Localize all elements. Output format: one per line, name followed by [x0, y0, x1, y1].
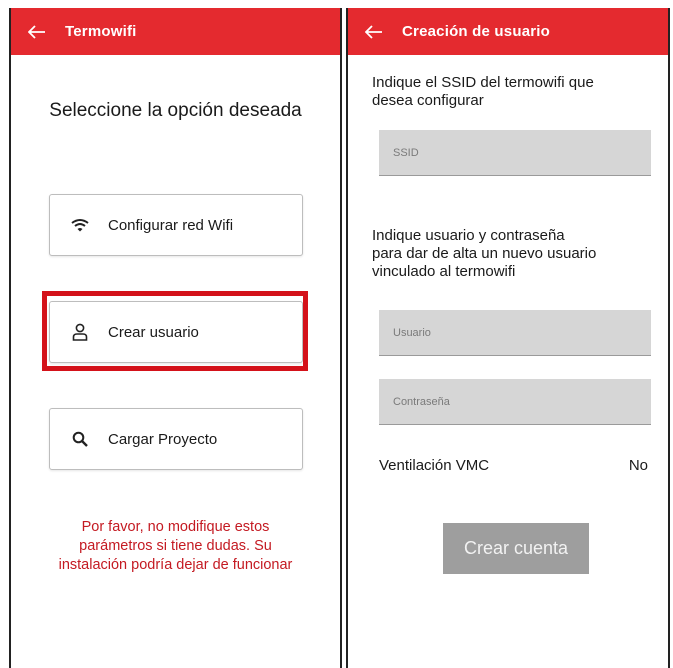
- app-bar: Creación de usuario: [348, 8, 668, 55]
- configure-wifi-button[interactable]: Configurar red Wifi: [49, 194, 303, 256]
- user-instructions: Indique usuario y contraseña para dar de…: [372, 227, 650, 281]
- warning-message: Por favor, no modifique estos parámetros…: [21, 518, 330, 575]
- ssid-field[interactable]: [379, 130, 651, 176]
- search-icon: [70, 429, 90, 449]
- configure-wifi-label: Configurar red Wifi: [108, 216, 234, 234]
- vmc-value[interactable]: No: [629, 457, 648, 474]
- option-prompt: Seleccione la opción deseada: [49, 100, 302, 121]
- user-instructions-line: Indique usuario y contraseña: [372, 227, 565, 244]
- arrow-left-icon[interactable]: [25, 20, 49, 44]
- username-input[interactable]: [393, 326, 651, 339]
- app-bar: Termowifi: [11, 8, 340, 55]
- load-project-label: Cargar Proyecto: [108, 430, 218, 448]
- arrow-left-icon[interactable]: [362, 20, 386, 44]
- ssid-instructions: Indique el SSID del termowifi que desea …: [372, 74, 650, 110]
- user-creation-screen: Creación de usuario Indique el SSID del …: [346, 8, 670, 668]
- warning-line: parámetros si tiene dudas. Su: [79, 538, 272, 554]
- password-field[interactable]: [379, 379, 651, 425]
- ssid-instructions-line: Indique el SSID del termowifi que: [372, 74, 594, 91]
- user-instructions-line: para dar de alta un nuevo usuario: [372, 245, 597, 262]
- warning-line: Por favor, no modifique estos: [81, 519, 270, 535]
- vmc-label: Ventilación VMC: [379, 457, 490, 474]
- password-input[interactable]: [393, 395, 651, 408]
- app-bar-title: Termowifi: [65, 23, 137, 40]
- ssid-input[interactable]: [393, 146, 651, 159]
- vmc-row[interactable]: Ventilación VMC No: [379, 457, 648, 474]
- warning-line: instalación podría dejar de funcionar: [58, 557, 293, 573]
- ssid-instructions-line: desea configurar: [372, 92, 484, 109]
- termowifi-screen: Termowifi Seleccione la opción deseada C…: [9, 8, 342, 668]
- selection-highlight: [42, 291, 308, 371]
- app-bar-title: Creación de usuario: [402, 23, 551, 40]
- create-account-button[interactable]: Crear cuenta: [443, 523, 589, 574]
- user-instructions-line: vinculado al termowifi: [372, 263, 516, 280]
- wifi-icon: [70, 215, 90, 235]
- username-field[interactable]: [379, 310, 651, 356]
- load-project-button[interactable]: Cargar Proyecto: [49, 408, 303, 470]
